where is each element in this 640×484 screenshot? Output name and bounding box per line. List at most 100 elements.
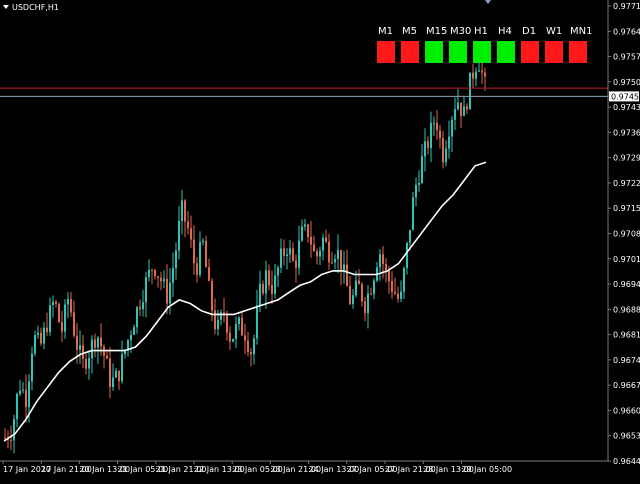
candle-body bbox=[289, 248, 291, 255]
candle-body bbox=[277, 267, 279, 276]
candle-body bbox=[142, 302, 144, 310]
candle-body bbox=[250, 351, 252, 355]
candle-body bbox=[67, 299, 69, 305]
candle-body bbox=[133, 327, 135, 335]
candle-body bbox=[58, 303, 60, 323]
candle-body bbox=[379, 254, 381, 268]
price-tick-label: 0.97365 bbox=[613, 128, 640, 137]
time-tick-label: 29 Jan 05:00 bbox=[461, 465, 512, 474]
candle-body bbox=[247, 340, 249, 352]
candle-body bbox=[472, 72, 474, 79]
candle-body bbox=[118, 370, 120, 382]
candle-body bbox=[196, 263, 198, 275]
candle-body bbox=[94, 339, 96, 348]
candle-body bbox=[280, 248, 282, 268]
candle-body bbox=[178, 220, 180, 251]
timeframe-status-m1 bbox=[377, 41, 395, 63]
price-tick-label: 0.96880 bbox=[613, 305, 640, 314]
candle-body bbox=[121, 354, 123, 382]
candle-body bbox=[382, 254, 384, 265]
chart-window[interactable]: 0.97710 0.97640 0.97575 0.97505 0.97435 0.973… bbox=[0, 0, 640, 480]
timeframe-panel: M1 M5 M15 M30 H1 H4 D1 W1 MN1 bbox=[377, 26, 592, 63]
candle-body bbox=[442, 138, 444, 163]
candle-body bbox=[409, 229, 411, 243]
candle-body bbox=[262, 283, 264, 294]
candles-layer bbox=[4, 59, 486, 454]
candle-body bbox=[70, 299, 72, 313]
candle-body bbox=[181, 200, 183, 221]
candle-body bbox=[82, 345, 84, 359]
candle-body bbox=[334, 259, 336, 263]
price-tick-label: 0.97155 bbox=[613, 204, 640, 213]
candle-body bbox=[91, 339, 93, 359]
candle-body bbox=[439, 130, 441, 139]
price-tick-label: 0.97435 bbox=[613, 103, 640, 112]
candle-body bbox=[316, 251, 318, 257]
candle-body bbox=[445, 148, 447, 163]
price-lines-layer bbox=[0, 87, 608, 97]
candle-body bbox=[172, 268, 174, 283]
timeframe-status-m5 bbox=[401, 41, 419, 63]
candle-body bbox=[76, 335, 78, 350]
candle-body bbox=[226, 313, 228, 333]
price-tick-label: 0.97505 bbox=[613, 78, 640, 87]
candle-body bbox=[16, 393, 18, 420]
candle-body bbox=[451, 119, 453, 137]
chart-menu-arrow-icon[interactable] bbox=[3, 5, 9, 9]
candle-body bbox=[40, 332, 42, 344]
candle-body bbox=[352, 295, 354, 305]
candle-body bbox=[28, 381, 30, 408]
candle-body bbox=[190, 228, 192, 240]
candle-body bbox=[136, 307, 138, 328]
price-tick-label: 0.97640 bbox=[613, 27, 640, 36]
price-tick-label: 0.96445 bbox=[613, 457, 640, 466]
candle-body bbox=[130, 334, 132, 341]
candle-body bbox=[463, 106, 465, 116]
candle-body bbox=[346, 264, 348, 287]
candle-body bbox=[271, 285, 273, 294]
candle-body bbox=[424, 141, 426, 157]
candle-body bbox=[304, 224, 306, 227]
candle-body bbox=[97, 337, 99, 348]
candle-body bbox=[322, 237, 324, 251]
chart-title-bar: USDCHF,H1 bbox=[3, 3, 59, 12]
candle-body bbox=[340, 249, 342, 272]
price-tick-label: 0.97015 bbox=[613, 255, 640, 264]
candle-body bbox=[484, 72, 486, 77]
candle-body bbox=[139, 307, 141, 310]
candle-body bbox=[400, 291, 402, 299]
candle-body bbox=[274, 275, 276, 294]
candle-body bbox=[388, 270, 390, 282]
price-chart[interactable]: 0.97710 0.97640 0.97575 0.97505 0.97435 0.973… bbox=[0, 0, 640, 480]
price-tick-label: 0.96670 bbox=[613, 381, 640, 390]
candle-body bbox=[46, 327, 48, 333]
candle-body bbox=[184, 200, 186, 222]
candle-body bbox=[235, 323, 237, 340]
timeframe-status-mn1 bbox=[569, 41, 587, 63]
candle-body bbox=[145, 277, 147, 303]
axis-layer: 0.97710 0.97640 0.97575 0.97505 0.97435 0.973… bbox=[0, 0, 640, 474]
candle-body bbox=[391, 281, 393, 292]
candle-body bbox=[310, 236, 312, 245]
candle-body bbox=[313, 244, 315, 252]
candle-body bbox=[370, 293, 372, 295]
candle-body bbox=[394, 291, 396, 294]
candle-body bbox=[22, 389, 24, 391]
candle-body bbox=[148, 269, 150, 278]
candle-body bbox=[301, 226, 303, 241]
candle-body bbox=[19, 390, 21, 394]
price-tick-label: 0.96600 bbox=[613, 406, 640, 415]
candle-body bbox=[166, 278, 168, 304]
candle-body bbox=[232, 339, 234, 342]
timeframe-label-m1: M1 bbox=[378, 26, 393, 37]
candle-body bbox=[265, 270, 267, 294]
candle-body bbox=[157, 276, 159, 278]
candle-body bbox=[436, 122, 438, 131]
candle-body bbox=[481, 70, 483, 73]
candle-body bbox=[217, 319, 219, 330]
candle-body bbox=[34, 335, 36, 354]
price-tick-label: 0.96740 bbox=[613, 356, 640, 365]
candle-body bbox=[160, 277, 162, 282]
candle-body bbox=[199, 242, 201, 275]
candle-body bbox=[73, 312, 75, 336]
